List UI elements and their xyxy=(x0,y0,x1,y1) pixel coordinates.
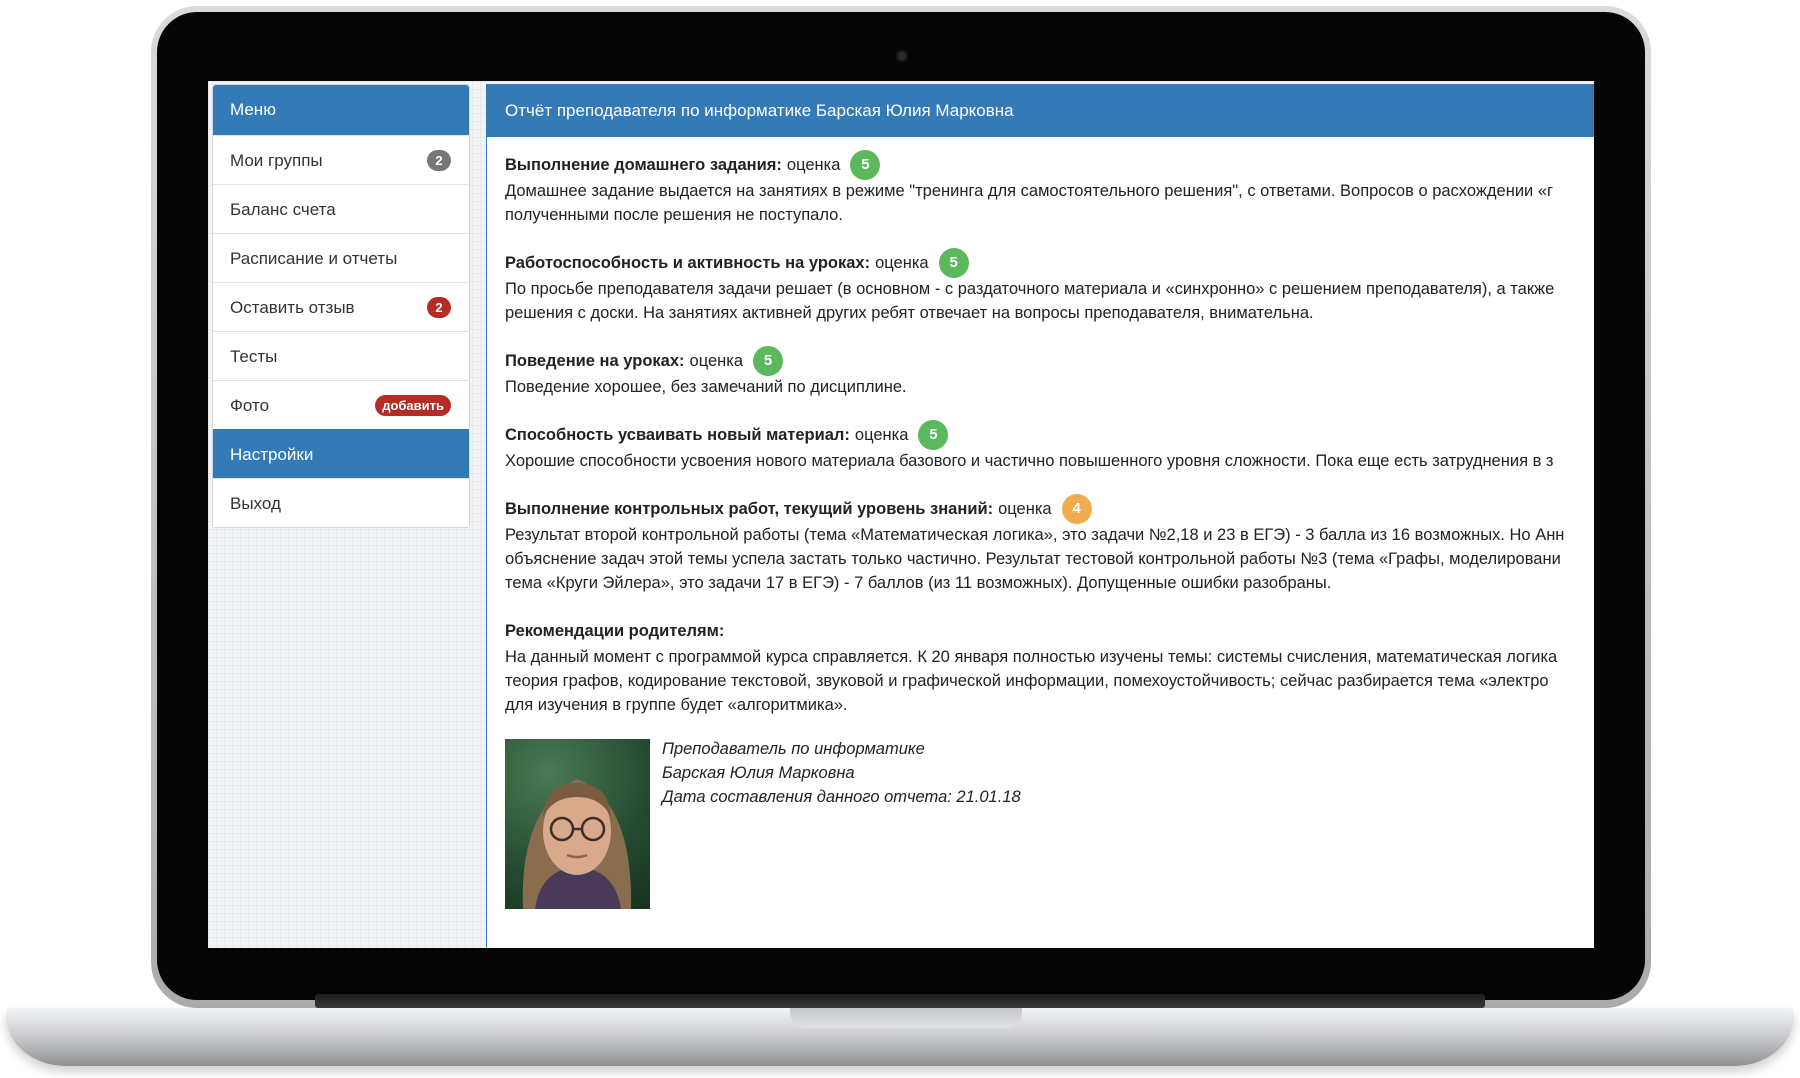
report-panel: Отчёт преподавателя по информатике Барск… xyxy=(486,84,1594,948)
sidebar-item-label: Выход xyxy=(230,494,281,513)
teacher-name: Барская Юлия Марковна xyxy=(662,764,855,782)
teacher-role: Преподаватель по информатике xyxy=(662,740,925,758)
grade-label: оценка xyxy=(998,500,1052,518)
signature-text: Преподаватель по информатике Барская Юли… xyxy=(662,737,1021,909)
report-section-tests: Выполнение контрольных работ, текущий ур… xyxy=(505,494,1594,595)
sidebar-item-tests[interactable]: Тесты xyxy=(213,331,469,380)
report-section-learning: Способность усваивать новый материал: оц… xyxy=(505,420,1594,473)
grade-label: оценка xyxy=(875,254,929,272)
laptop-notch xyxy=(790,1008,1022,1028)
report-section-activity: Работоспособность и активность на уроках… xyxy=(505,248,1594,325)
sidebar-item-label: Фото xyxy=(230,396,270,415)
section-text-line: объяснение задач этой темы успела застат… xyxy=(505,550,1561,568)
report-date: Дата составления данного отчета: 21.01.1… xyxy=(662,788,1021,806)
sidebar-item-label: Мои группы xyxy=(230,151,323,170)
section-heading: Рекомендации родителям: xyxy=(505,622,725,640)
section-text-line: тема «Круги Эйлера», это задачи 17 в ЕГЭ… xyxy=(505,574,1332,592)
sidebar-item-settings[interactable]: Настройки xyxy=(213,429,469,478)
section-text-line: полученными после решения не поступало. xyxy=(505,206,843,224)
teacher-signature: Преподаватель по информатике Барская Юли… xyxy=(505,739,1594,909)
section-heading: Поведение на уроках: xyxy=(505,352,685,370)
section-text-line: Поведение хорошее, без замечаний по дисц… xyxy=(505,378,907,396)
grade-label: оценка xyxy=(854,426,909,444)
menu-header: Меню xyxy=(213,85,469,135)
teacher-photo xyxy=(505,739,650,909)
sidebar-item-label: Тесты xyxy=(230,347,278,366)
grade-badge: 5 xyxy=(753,346,784,376)
grade-badge: 5 xyxy=(918,420,949,450)
section-text-line: На данный момент с программой курса спра… xyxy=(505,648,1558,666)
report-content: Выполнение домашнего задания: оценка 5 Д… xyxy=(487,137,1594,909)
report-section-behavior: Поведение на уроках: оценка 5 Поведение … xyxy=(505,346,1594,399)
section-text-line: для изучения в группе будет «алгоритмика… xyxy=(505,696,848,714)
section-heading: Работоспособность и активность на уроках… xyxy=(505,254,871,272)
add-photo-badge[interactable]: добавить xyxy=(375,395,451,416)
grade-badge: 4 xyxy=(1061,494,1092,524)
laptop-hinge xyxy=(315,994,1485,1008)
grade-label: оценка xyxy=(786,156,841,174)
feedback-count-badge: 2 xyxy=(427,297,451,318)
section-text-line: По просьбе преподавателя задачи решает (… xyxy=(505,280,1555,298)
sidebar-item-photo[interactable]: Фото добавить xyxy=(213,380,469,429)
sidebar-item-logout[interactable]: Выход xyxy=(213,478,469,527)
section-text-line: Результат второй контрольной работы (тем… xyxy=(505,526,1565,544)
section-text-line: Домашнее задание выдается на занятиях в … xyxy=(505,182,1554,200)
sidebar-item-label: Настройки xyxy=(230,445,314,464)
report-section-recommendations: Рекомендации родителям: На данный момент… xyxy=(505,617,1594,717)
report-section-homework: Выполнение домашнего задания: оценка 5 Д… xyxy=(505,150,1594,227)
sidebar-item-balance[interactable]: Баланс счета xyxy=(213,184,469,233)
sidebar-item-label: Расписание и отчеты xyxy=(230,249,398,268)
section-text-line: решения с доски. На занятиях активней др… xyxy=(505,304,1314,322)
sidebar-item-feedback[interactable]: Оставить отзыв 2 xyxy=(213,282,469,331)
section-heading: Способность усваивать новый материал: xyxy=(505,426,850,444)
groups-count-badge: 2 xyxy=(427,150,451,171)
sidebar-menu: Меню Мои группы 2 Баланс счета Расписани… xyxy=(212,84,470,528)
grade-badge: 5 xyxy=(850,150,881,180)
grade-label: оценка xyxy=(689,352,744,370)
camera-icon xyxy=(896,50,908,62)
section-heading: Выполнение домашнего задания: xyxy=(505,156,782,174)
section-text-line: теория графов, кодирование текстовой, зв… xyxy=(505,672,1549,690)
section-text-line: Хорошие способности усвоения нового мате… xyxy=(505,452,1554,470)
sidebar-item-label: Оставить отзыв xyxy=(230,298,355,317)
sidebar-item-label: Баланс счета xyxy=(230,200,336,219)
grade-badge: 5 xyxy=(938,248,969,278)
report-title: Отчёт преподавателя по информатике Барск… xyxy=(487,85,1594,137)
section-heading: Выполнение контрольных работ, текущий ур… xyxy=(505,500,994,518)
sidebar-item-schedule[interactable]: Расписание и отчеты xyxy=(213,233,469,282)
sidebar-item-my-groups[interactable]: Мои группы 2 xyxy=(213,135,469,184)
screen: Меню Мои группы 2 Баланс счета Расписани… xyxy=(208,81,1594,948)
